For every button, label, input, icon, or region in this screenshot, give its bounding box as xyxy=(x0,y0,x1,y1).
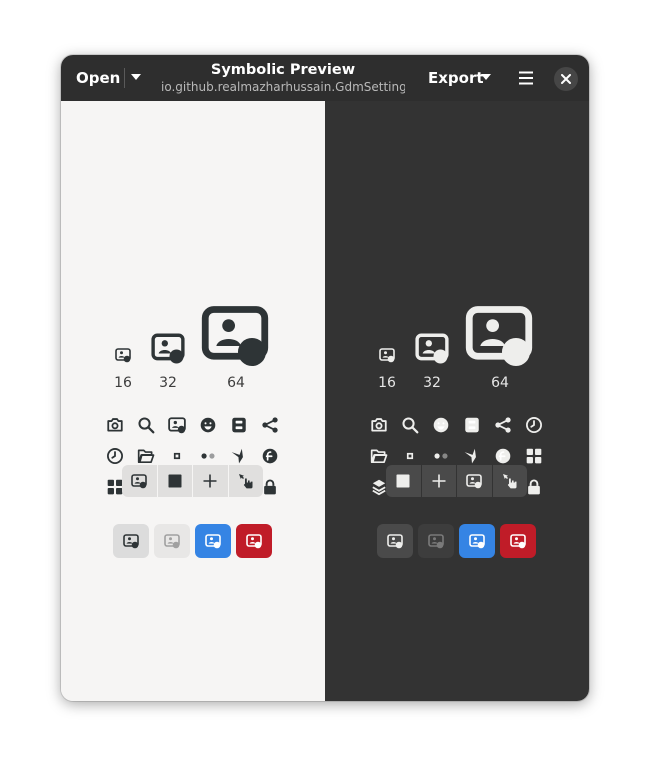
dark-preview-pane: 16 32 64 xyxy=(325,101,589,701)
linked-add-button[interactable] xyxy=(420,465,457,497)
search-icon xyxy=(137,416,155,434)
suggested-button[interactable] xyxy=(195,524,231,558)
linked-pointer-button[interactable] xyxy=(227,465,264,497)
disabled-button[interactable] xyxy=(418,524,454,558)
app-settings-icon xyxy=(469,533,485,549)
size-label-64: 64 xyxy=(491,375,509,391)
size-label-64: 64 xyxy=(227,375,245,391)
dots-icon xyxy=(199,447,217,465)
linked-square-button[interactable] xyxy=(156,465,193,497)
app-settings-icon xyxy=(466,473,482,489)
normal-button[interactable] xyxy=(377,524,413,558)
open-button-separator xyxy=(124,68,125,88)
app-settings-icon-64 xyxy=(201,301,269,369)
app-settings-icon-16 xyxy=(379,347,395,363)
arrow-tool-icon xyxy=(230,447,248,465)
destructive-button[interactable] xyxy=(236,524,272,558)
app-settings-icon xyxy=(164,533,180,549)
linked-add-button[interactable] xyxy=(192,465,228,497)
share-icon xyxy=(494,416,512,434)
emoji-icon xyxy=(432,416,450,434)
app-settings-icon-32 xyxy=(151,331,185,365)
linked-button-group xyxy=(386,465,527,497)
fedora-icon xyxy=(261,447,279,465)
pointer-icon xyxy=(238,473,254,489)
open-button[interactable]: Open xyxy=(76,65,120,91)
clock-icon xyxy=(106,447,124,465)
share-icon xyxy=(261,416,279,434)
small-square-icon xyxy=(168,447,186,465)
export-dropdown-chevron-icon[interactable] xyxy=(480,71,492,83)
open-dropdown-chevron-icon[interactable] xyxy=(130,71,142,83)
size-label-32: 32 xyxy=(423,375,441,391)
app-settings-icon xyxy=(131,473,147,489)
emoji-icon xyxy=(199,416,217,434)
app-settings-icon xyxy=(205,533,221,549)
window-title: Symbolic Preview xyxy=(210,62,356,78)
export-button[interactable]: Export xyxy=(428,65,484,91)
fedora-icon xyxy=(494,447,512,465)
app-settings-icon xyxy=(510,533,526,549)
disabled-button[interactable] xyxy=(154,524,190,558)
pointer-icon xyxy=(502,473,518,489)
app-settings-icon-32 xyxy=(415,331,449,365)
window-subtitle: io.github.realmazharhussain.GdmSetting… xyxy=(161,80,405,94)
plus-icon xyxy=(431,473,447,489)
close-button[interactable] xyxy=(554,67,578,91)
app-window: Open Symbolic Preview io.github.realmazh… xyxy=(61,55,589,701)
headerbar: Open Symbolic Preview io.github.realmazh… xyxy=(61,55,589,102)
linked-pointer-button[interactable] xyxy=(491,465,528,497)
search-icon xyxy=(401,416,419,434)
camera-icon xyxy=(106,416,124,434)
app-settings-icon xyxy=(123,533,139,549)
square-icon xyxy=(395,473,411,489)
camera-icon xyxy=(370,416,388,434)
lock-icon xyxy=(525,478,543,496)
folder-open-icon xyxy=(370,447,388,465)
folder-open-icon xyxy=(137,447,155,465)
plus-icon xyxy=(202,473,218,489)
app-settings-icon xyxy=(168,416,186,434)
arrow-tool-icon xyxy=(463,447,481,465)
lock-icon xyxy=(261,478,279,496)
app-settings-icon xyxy=(246,533,262,549)
dialog-icon xyxy=(463,416,481,434)
app-settings-icon xyxy=(387,533,403,549)
clock-icon xyxy=(525,416,543,434)
light-preview-pane: 16 32 64 xyxy=(61,101,325,701)
linked-square-button[interactable] xyxy=(386,465,421,497)
main-menu-hamburger-icon[interactable] xyxy=(516,68,536,88)
app-settings-icon-64 xyxy=(465,301,533,369)
normal-button[interactable] xyxy=(113,524,149,558)
dots-icon xyxy=(432,447,450,465)
close-icon xyxy=(561,74,571,84)
linked-app-settings-button[interactable] xyxy=(456,465,492,497)
size-label-16: 16 xyxy=(378,375,396,391)
linked-button-group xyxy=(122,465,263,497)
size-label-32: 32 xyxy=(159,375,177,391)
square-icon xyxy=(167,473,183,489)
app-settings-icon xyxy=(428,533,444,549)
destructive-button[interactable] xyxy=(500,524,536,558)
suggested-button[interactable] xyxy=(459,524,495,558)
app-settings-icon-16 xyxy=(115,347,131,363)
grid-icon xyxy=(525,447,543,465)
linked-app-settings-button[interactable] xyxy=(122,465,157,497)
title-block: Symbolic Preview io.github.realmazharhus… xyxy=(161,61,405,96)
dialog-icon xyxy=(230,416,248,434)
size-label-16: 16 xyxy=(114,375,132,391)
small-square-icon xyxy=(401,447,419,465)
